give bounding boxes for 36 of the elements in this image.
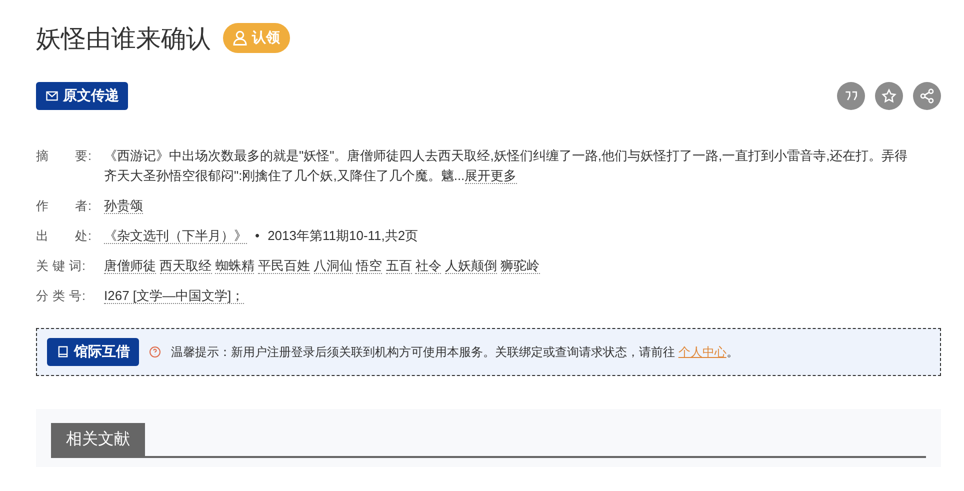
- article-title: 妖怪由谁来确认: [36, 24, 211, 54]
- field-label: 关 键 词:: [36, 258, 86, 275]
- field-link[interactable]: 五百: [386, 258, 412, 274]
- fulltext-button[interactable]: 原文传递: [36, 82, 128, 110]
- journal-link[interactable]: 《杂文选刊（下半月）》: [104, 228, 247, 244]
- field-label: 作 者:: [36, 198, 92, 215]
- field-link[interactable]: 西天取经: [160, 258, 212, 274]
- field-label: 摘 要:: [36, 148, 92, 165]
- user-icon: [231, 29, 249, 47]
- cite-button[interactable]: [837, 82, 865, 110]
- related-tab[interactable]: 相关文献: [51, 423, 145, 456]
- abstract-text: 《西游记》中出场次数最多的就是"妖怪"。唐僧师徒四人去西天取经,妖怪们纠缠了一路,他们与妖怪打了一路,一直打到小雷音寺,还在打。弄得齐天大圣孙悟空很郁闷":刚擒住了几个妖,又降住了几个魔。魑...展开更多: [104, 147, 909, 186]
- mail-icon: [45, 89, 59, 103]
- field-link[interactable]: 平民百姓: [258, 258, 310, 274]
- field-link[interactable]: 唐僧师徒: [104, 258, 156, 274]
- issue-text: 2013年第11期10-11,共2页: [268, 228, 418, 243]
- notice-text: 温馨提示：新用户注册登录后须关联到机构方可使用本服务。关联绑定或查询请求状态，请前往 个人中心。: [171, 344, 738, 360]
- star-icon: [881, 88, 897, 104]
- help-icon: [149, 346, 161, 358]
- expand-link[interactable]: 展开更多: [464, 168, 517, 184]
- favorite-button[interactable]: [875, 82, 903, 110]
- field-link[interactable]: 人妖颠倒: [445, 258, 497, 274]
- share-icon: [919, 88, 935, 104]
- field-link[interactable]: 蜘蛛精: [215, 258, 254, 274]
- field-link[interactable]: 狮驼岭: [500, 258, 540, 274]
- tablet-icon: [56, 345, 70, 359]
- field-label: 分 类 号:: [36, 288, 86, 305]
- field-link[interactable]: 悟空: [356, 258, 382, 274]
- field-link[interactable]: 孙贵颂: [104, 198, 143, 214]
- interlibrary-loan-button[interactable]: 馆际互借: [47, 338, 139, 366]
- share-button[interactable]: [913, 82, 941, 110]
- field-label: 出 处:: [36, 228, 92, 245]
- separator-dot: •: [255, 228, 260, 243]
- field-link[interactable]: 八洞仙: [314, 258, 352, 274]
- field-link[interactable]: 社令: [415, 258, 442, 274]
- field-link[interactable]: I267 [文学—中国文学]；: [104, 288, 244, 304]
